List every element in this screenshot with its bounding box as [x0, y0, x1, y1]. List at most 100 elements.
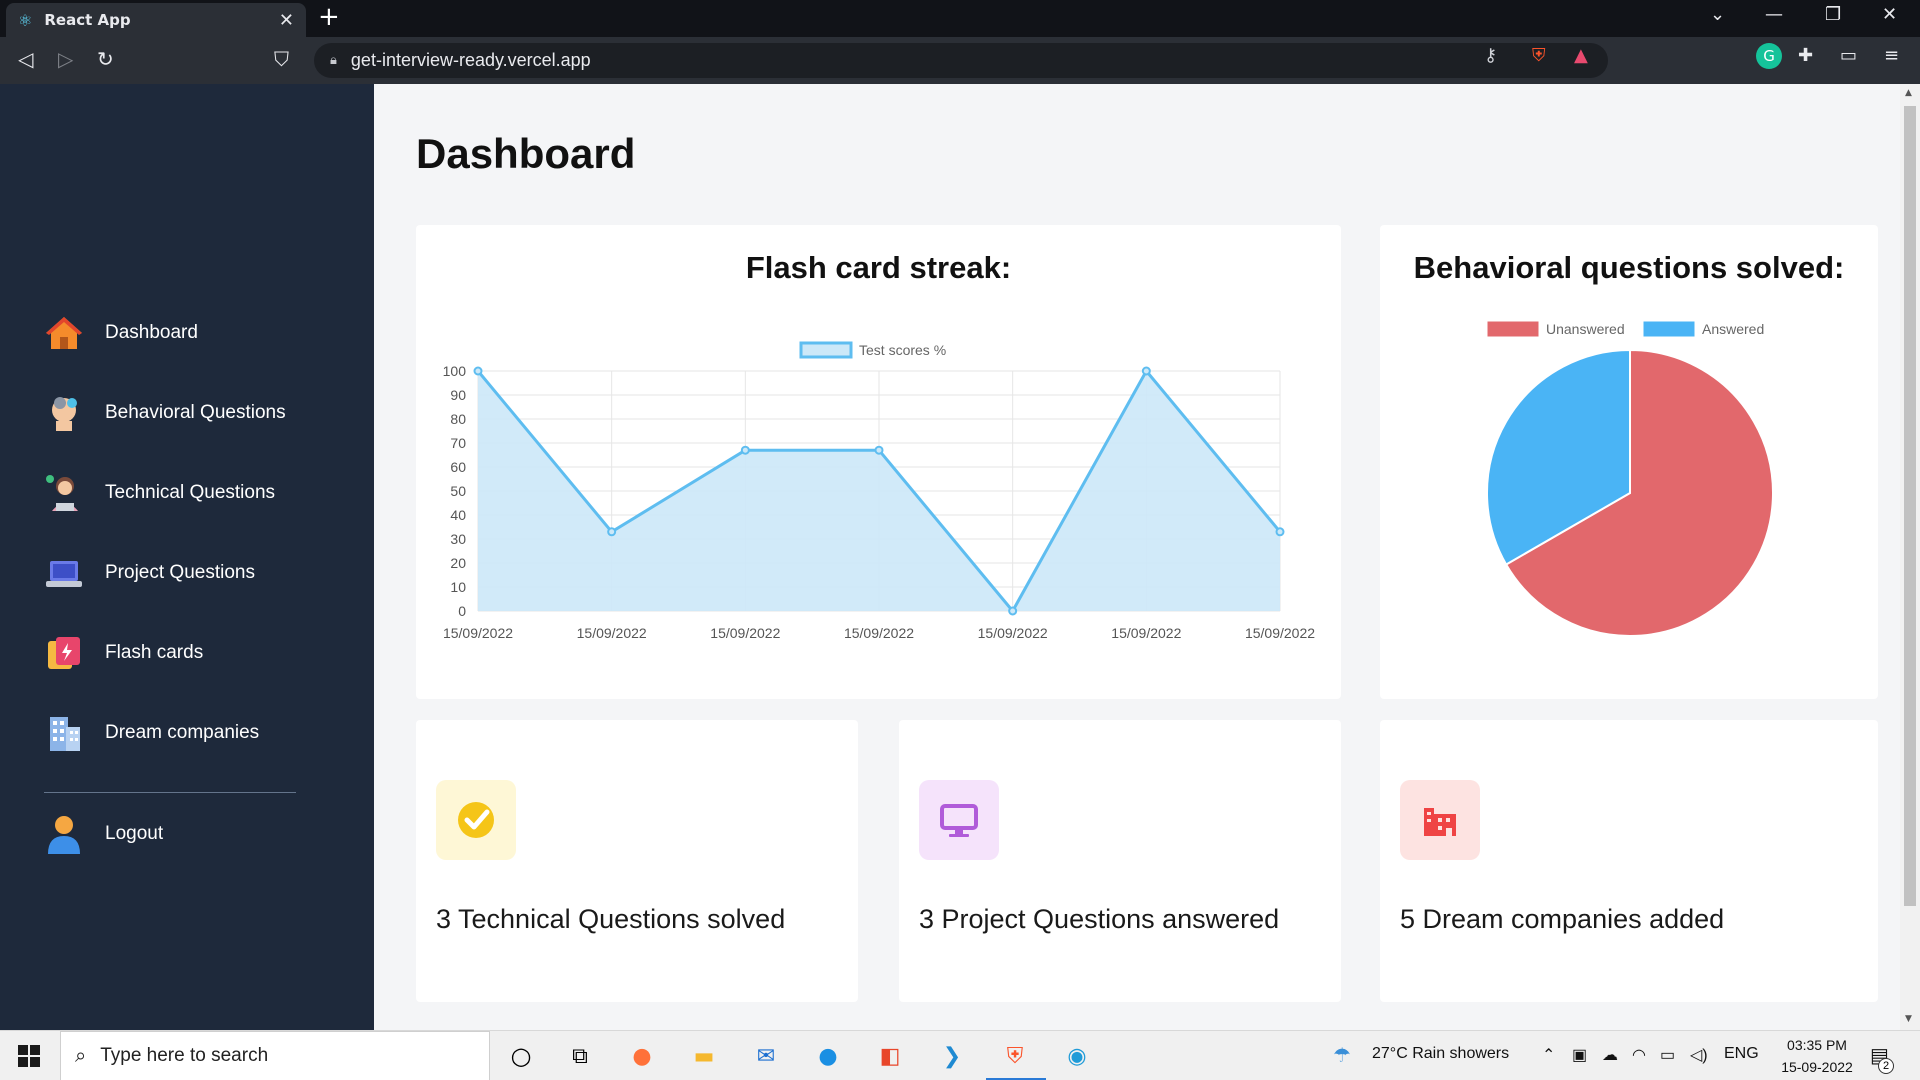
- sidebar: Dashboard Behavioral Questions Technical…: [0, 84, 374, 1030]
- sidebar-item-behavioral-questions[interactable]: Behavioral Questions: [44, 393, 286, 433]
- search-placeholder: Type here to search: [100, 1045, 269, 1066]
- legend-label: Answered: [1702, 321, 1764, 337]
- file-explorer-icon[interactable]: ▬: [689, 1041, 719, 1071]
- y-tick-label: 90: [450, 387, 466, 403]
- y-tick-label: 50: [450, 483, 466, 499]
- onedrive-icon[interactable]: ☁: [1602, 1045, 1618, 1065]
- browser-tab[interactable]: ⚛ React App ✕: [6, 3, 306, 37]
- messenger-icon[interactable]: ●: [813, 1041, 843, 1071]
- grammarly-icon[interactable]: G: [1756, 43, 1782, 69]
- windows-start-button[interactable]: [18, 1045, 40, 1067]
- scroll-down-icon[interactable]: ▼: [1905, 1014, 1912, 1024]
- sidebar-item-dashboard[interactable]: Dashboard: [44, 313, 198, 353]
- logout-label: Logout: [105, 823, 164, 844]
- sidebar-item-project-questions[interactable]: Project Questions: [44, 553, 255, 593]
- legend-swatch: [799, 341, 853, 359]
- pie-legend-item: Unanswered: [1487, 321, 1625, 337]
- logout-button[interactable]: Logout: [44, 814, 163, 854]
- x-tick-label: 15/09/2022: [978, 625, 1048, 641]
- office-icon[interactable]: ◧: [875, 1041, 905, 1071]
- project-stat-text: 3 Project Questions answered: [919, 904, 1280, 934]
- y-tick-label: 60: [450, 459, 466, 475]
- taskbar-search-box[interactable]: ⌕ Type here to search: [60, 1031, 490, 1080]
- legend-label: Test scores %: [859, 342, 946, 358]
- react-favicon-icon: ⚛: [18, 10, 33, 30]
- minimize-button[interactable]: —: [1765, 4, 1783, 25]
- search-icon: ⌕: [75, 1044, 87, 1067]
- laptop-icon: [44, 553, 84, 593]
- mail-icon[interactable]: ✉: [751, 1041, 781, 1071]
- data-point: [1141, 366, 1151, 376]
- close-tab-icon[interactable]: ✕: [279, 10, 294, 31]
- flash-card-icon: [44, 633, 84, 673]
- clock-time: 03:35 PM: [1787, 1037, 1847, 1053]
- bookmark-icon[interactable]: ⛉: [274, 47, 289, 71]
- brave-shield-icon[interactable]: ⛨: [1532, 45, 1546, 66]
- key-icon[interactable]: ⚷: [1484, 45, 1497, 66]
- new-tab-button[interactable]: +: [318, 2, 340, 32]
- data-point: [874, 445, 884, 455]
- volume-icon[interactable]: ◁): [1690, 1045, 1708, 1065]
- language-indicator[interactable]: ENG: [1724, 1045, 1759, 1063]
- y-tick-label: 10: [450, 579, 466, 595]
- forward-button[interactable]: ▷: [58, 47, 73, 71]
- companies-stat-text: 5 Dream companies added: [1400, 904, 1725, 934]
- sidebar-item-label: Dashboard: [105, 322, 198, 343]
- firefox-icon[interactable]: ●: [627, 1041, 657, 1071]
- y-tick-label: 0: [458, 603, 466, 619]
- y-tick-label: 100: [443, 363, 467, 379]
- thinking-head-icon: [44, 393, 84, 433]
- lock-icon: 🔒︎: [330, 53, 337, 68]
- data-point: [1275, 527, 1285, 537]
- pie-legend-item: Answered: [1643, 321, 1764, 337]
- brave-rewards-icon[interactable]: ▲: [1574, 45, 1588, 66]
- companies-stat-card: 5 Dream companies added: [1380, 720, 1878, 1002]
- legend-label: Unanswered: [1546, 321, 1625, 337]
- developer-icon: [44, 473, 84, 513]
- x-tick-label: 15/09/2022: [577, 625, 647, 641]
- vscode-icon[interactable]: ❯: [937, 1041, 967, 1071]
- reload-button[interactable]: ↻: [97, 47, 114, 71]
- browser-tab-strip: ⚛ React App ✕ + ⌄ — ❐ ✕: [0, 0, 1920, 37]
- battery-icon[interactable]: ▭: [1660, 1045, 1675, 1065]
- system-clock[interactable]: 03:35 PM 15-09-2022: [1762, 1034, 1872, 1078]
- x-tick-label: 15/09/2022: [844, 625, 914, 641]
- sidebar-item-flash-cards[interactable]: Flash cards: [44, 633, 203, 673]
- page-scrollbar[interactable]: ▲ ▼: [1900, 84, 1920, 1030]
- legend-swatch: [1487, 321, 1539, 337]
- y-tick-label: 20: [450, 555, 466, 571]
- close-window-button[interactable]: ✕: [1882, 4, 1897, 25]
- browser-toolbar: ◁ ▷ ↻ ⛉ 🔒︎ get-interview-ready.vercel.ap…: [0, 37, 1920, 84]
- brave-browser-icon[interactable]: ⛨: [1000, 1041, 1030, 1071]
- sidebar-item-technical-questions[interactable]: Technical Questions: [44, 473, 275, 513]
- extensions-icon[interactable]: ✚: [1798, 45, 1813, 66]
- back-button[interactable]: ◁: [18, 47, 33, 71]
- x-tick-label: 15/09/2022: [443, 625, 513, 641]
- tab-search-icon[interactable]: ⌄: [1710, 4, 1725, 25]
- sidebar-item-dream-companies[interactable]: Dream companies: [44, 713, 259, 753]
- x-tick-label: 15/09/2022: [1245, 625, 1315, 641]
- legend-swatch: [1643, 321, 1695, 337]
- menu-icon[interactable]: ≡: [1884, 45, 1899, 66]
- scroll-up-icon[interactable]: ▲: [1905, 88, 1912, 98]
- address-bar[interactable]: 🔒︎ get-interview-ready.vercel.app: [314, 43, 1608, 78]
- data-point: [607, 527, 617, 537]
- weather-text[interactable]: 27°C Rain showers: [1372, 1045, 1509, 1063]
- scrollbar-thumb[interactable]: [1904, 106, 1916, 906]
- sidebar-item-label: Behavioral Questions: [105, 402, 286, 423]
- edge-icon[interactable]: ◉: [1062, 1041, 1092, 1071]
- wifi-icon[interactable]: ◠: [1632, 1045, 1646, 1065]
- meet-now-icon[interactable]: ▣: [1572, 1045, 1587, 1065]
- restore-button[interactable]: ❐: [1825, 4, 1841, 25]
- task-view-icon[interactable]: ⧉: [565, 1041, 595, 1071]
- data-point: [740, 445, 750, 455]
- windows-taskbar: ⌕ Type here to search ○ ⧉ ● ▬ ✉ ● ◧ ❯ ⛨ …: [0, 1030, 1920, 1080]
- behavioral-pie-chart: Unanswered Answered: [1486, 321, 1774, 637]
- x-tick-label: 15/09/2022: [1111, 625, 1181, 641]
- data-point: [473, 366, 483, 376]
- weather-icon[interactable]: ☂: [1333, 1043, 1351, 1068]
- wallet-icon[interactable]: ▭: [1840, 45, 1857, 66]
- home-icon: [44, 313, 84, 353]
- cortana-icon[interactable]: ○: [506, 1041, 536, 1071]
- show-hidden-icons-icon[interactable]: ⌃: [1542, 1045, 1555, 1065]
